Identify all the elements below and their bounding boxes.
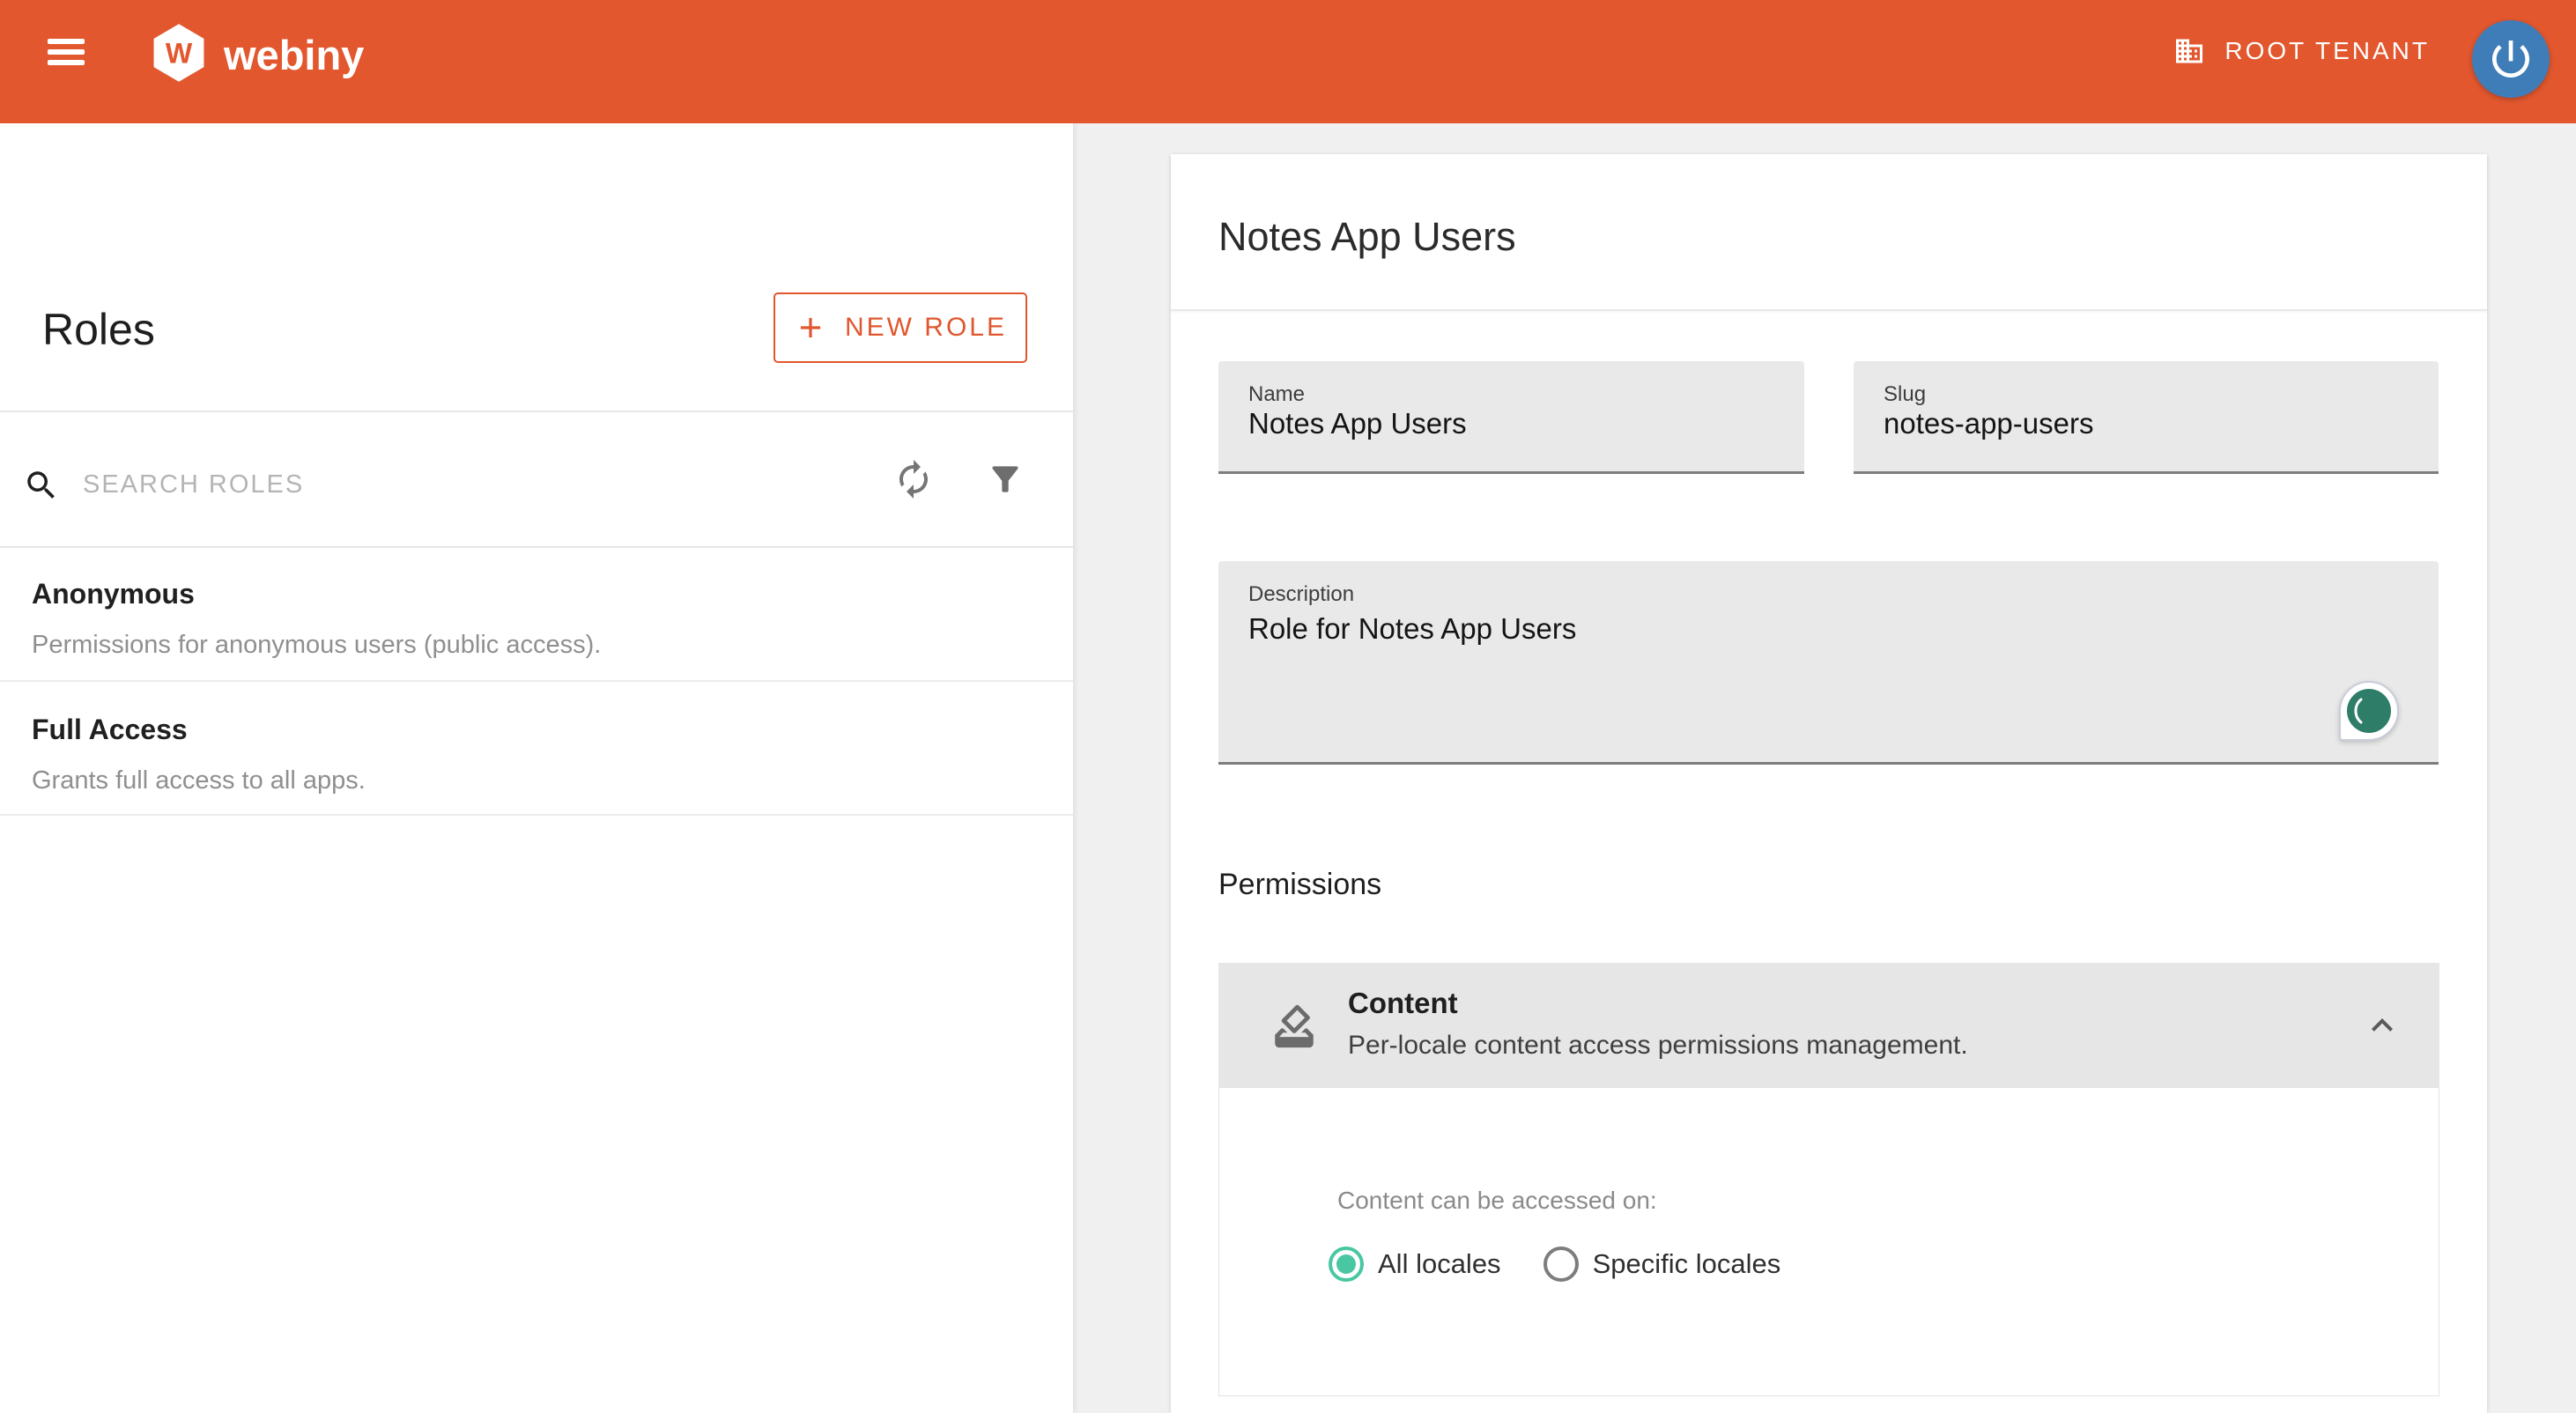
role-title: Notes App Users <box>1218 214 1516 260</box>
beacon-spinner-icon <box>2346 688 2392 734</box>
name-field: Name <box>1218 361 1804 474</box>
search-icon <box>23 467 60 504</box>
locales-question-label: Content can be accessed on: <box>1337 1187 1657 1215</box>
tenant-selector[interactable]: ROOT TENANT <box>2173 35 2430 67</box>
search-input[interactable] <box>83 458 805 511</box>
role-list-item-full-access[interactable]: Full Access Grants full access to all ap… <box>0 680 1073 814</box>
ballot-box-icon <box>1269 1001 1320 1052</box>
page-title: Roles <box>42 304 155 355</box>
avatar[interactable] <box>2472 20 2550 98</box>
app-header: W webiny ROOT TENANT <box>0 0 2576 123</box>
hamburger-menu-icon[interactable] <box>48 39 85 76</box>
svg-text:W: W <box>166 38 193 70</box>
description-input[interactable]: Role for Notes App Users <box>1248 612 2409 744</box>
new-role-button[interactable]: NEW ROLE <box>774 292 1027 363</box>
content-accordion-header[interactable]: Content Per-locale content access permis… <box>1218 963 2439 1088</box>
roles-list-panel: Roles NEW ROLE Anonymous Permissions for… <box>0 123 1073 1413</box>
webiny-hexagon-icon: W <box>152 23 206 83</box>
help-beacon-widget[interactable] <box>2339 681 2399 741</box>
radio-unselected-icon <box>1543 1247 1579 1282</box>
radio-label: All locales <box>1378 1248 1501 1280</box>
slug-field-label: Slug <box>1884 382 1926 407</box>
new-role-button-label: NEW ROLE <box>845 313 1007 343</box>
name-field-label: Name <box>1248 382 1305 407</box>
content-accordion-body: Content can be accessed on: All locales … <box>1218 1088 2439 1396</box>
radio-specific-locales[interactable]: Specific locales <box>1543 1247 1781 1282</box>
locales-radio-group: All locales Specific locales <box>1329 1245 1780 1284</box>
permissions-heading: Permissions <box>1218 868 1381 902</box>
role-editor-header: Notes App Users <box>1171 154 2487 311</box>
slug-input[interactable] <box>1884 407 2409 440</box>
chevron-up-icon[interactable] <box>2361 1004 2403 1047</box>
slug-field: Slug <box>1854 361 2439 474</box>
power-icon <box>2486 34 2535 84</box>
building-icon <box>2173 35 2205 67</box>
brand-wordmark: webiny <box>224 31 364 79</box>
role-item-title: Full Access <box>32 714 188 746</box>
filter-icon[interactable] <box>986 460 1025 499</box>
name-input[interactable] <box>1248 407 1774 440</box>
role-item-description: Permissions for anonymous users (public … <box>32 631 601 660</box>
description-field-label: Description <box>1248 582 1354 607</box>
role-item-title: Anonymous <box>32 578 195 610</box>
accordion-title: Content <box>1348 987 1458 1020</box>
accordion-subtitle: Per-locale content access permissions ma… <box>1348 1031 1968 1061</box>
search-bar <box>0 411 1073 546</box>
refresh-icon[interactable] <box>892 458 935 500</box>
radio-label: Specific locales <box>1593 1248 1781 1280</box>
role-list-item-anonymous[interactable]: Anonymous Permissions for anonymous user… <box>0 546 1073 680</box>
radio-all-locales[interactable]: All locales <box>1329 1247 1501 1282</box>
role-editor-area: Notes App Users Name Slug Description Ro… <box>1073 123 2576 1413</box>
role-item-description: Grants full access to all apps. <box>32 766 366 795</box>
plus-icon <box>794 311 827 344</box>
webiny-logo[interactable]: W webiny <box>152 23 364 83</box>
tenant-label: ROOT TENANT <box>2224 37 2430 65</box>
radio-selected-icon <box>1329 1247 1364 1282</box>
divider <box>0 814 1073 816</box>
role-editor-card: Notes App Users Name Slug Description Ro… <box>1171 154 2487 1413</box>
description-field: Description Role for Notes App Users <box>1218 561 2439 765</box>
